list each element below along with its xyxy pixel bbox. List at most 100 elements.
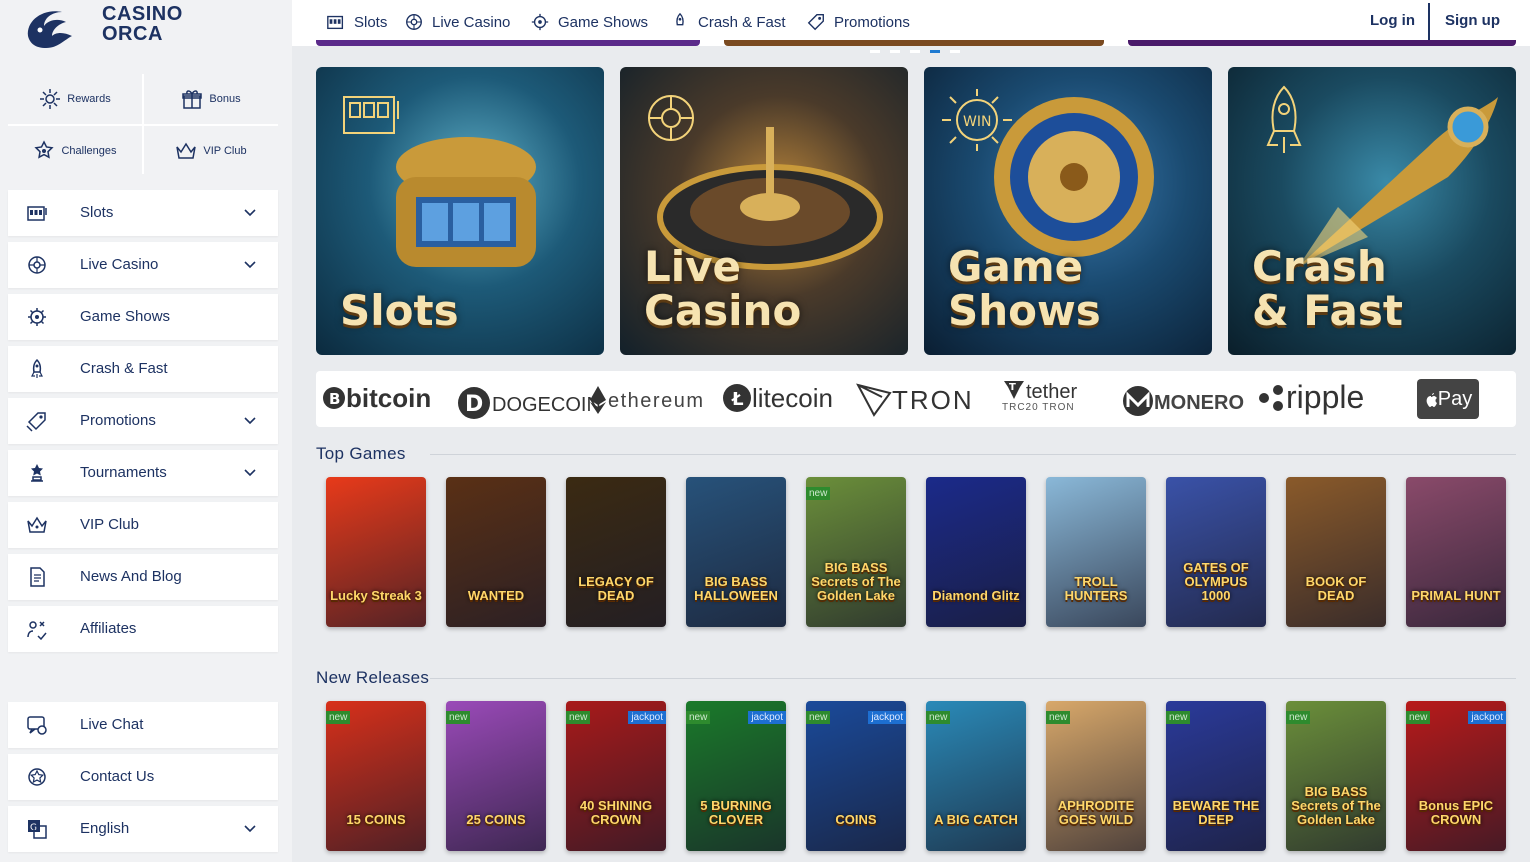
chevron-down-icon[interactable]: [244, 467, 256, 479]
game-title: COINS: [835, 812, 877, 827]
chevron-down-icon[interactable]: [244, 259, 256, 271]
chevron-down-icon[interactable]: [244, 415, 256, 427]
game-tile[interactable]: TROLL HUNTERS: [1046, 477, 1146, 627]
sidebar-item-affiliates[interactable]: Affiliates: [8, 606, 278, 652]
game-tile[interactable]: A BIG CATCH new: [926, 701, 1026, 851]
carousel-slide-edge: [724, 40, 1104, 46]
language-label: English: [80, 820, 130, 837]
game-tile[interactable]: BEWARE THE DEEP new: [1166, 701, 1266, 851]
category-banner-slots[interactable]: Slots: [316, 67, 604, 355]
sidebar-item-label: Contact Us: [80, 768, 155, 785]
sidebar-item-label: News And Blog: [80, 568, 182, 585]
quick-link-bonus[interactable]: Bonus: [144, 74, 278, 124]
carousel-dot[interactable]: [890, 50, 900, 53]
topnav-crash-fast[interactable]: Crash & Fast: [670, 12, 786, 32]
game-tile[interactable]: 5 BURNING CLOVER new jackpot: [686, 701, 786, 851]
topnav-game-shows[interactable]: Game Shows: [530, 12, 648, 32]
sidebar-item-live-casino[interactable]: Live Casino: [8, 242, 278, 288]
contact-icon: [28, 768, 46, 786]
new-badge: new: [1046, 711, 1071, 724]
carousel-strip: [316, 40, 1516, 46]
divider: [1428, 3, 1430, 41]
sidebar-item-label: Affiliates: [80, 620, 137, 637]
topnav-slots[interactable]: Slots: [326, 12, 387, 32]
sidebar-item-crash-fast[interactable]: Crash & Fast: [8, 346, 278, 392]
new-badge: new: [806, 711, 831, 724]
roulette-icon: [28, 256, 46, 274]
category-banner-crash-fast[interactable]: Crash & Fast: [1228, 67, 1516, 355]
game-tile[interactable]: Diamond Glitz: [926, 477, 1026, 627]
new-badge: new: [566, 711, 591, 724]
chevron-down-icon[interactable]: [244, 823, 256, 835]
quick-link-rewards[interactable]: Rewards: [8, 74, 142, 124]
game-tile[interactable]: 15 COINS new: [326, 701, 426, 851]
game-tile[interactable]: COINS new jackpot: [806, 701, 906, 851]
sidebar-item-contact-us[interactable]: Contact Us: [8, 754, 278, 800]
topnav-label: Live Casino: [432, 13, 511, 31]
quick-link-challenges[interactable]: Challenges: [8, 126, 142, 176]
apple-icon: [1426, 393, 1437, 407]
banner-title: Live Casino: [644, 245, 801, 333]
game-tile[interactable]: BOOK OF DEAD: [1286, 477, 1386, 627]
category-banner-live-casino[interactable]: Live Casino: [620, 67, 908, 355]
language-selector[interactable]: G English: [8, 806, 278, 852]
game-title: A BIG CATCH: [934, 812, 1018, 827]
login-button[interactable]: Log in: [1370, 12, 1415, 29]
new-badge: new: [1406, 711, 1431, 724]
payment-methods-bar: Bbitcoin D DOGECOIN ethereum Łlitecoin TR…: [316, 371, 1516, 427]
game-tile[interactable]: 25 COINS new: [446, 701, 546, 851]
topnav-live-casino[interactable]: Live Casino: [404, 12, 510, 32]
sidebar-item-slots[interactable]: Slots: [8, 190, 278, 236]
tether-icon: T: [1004, 381, 1024, 399]
topnav-label: Promotions: [834, 13, 910, 31]
game-tile[interactable]: APHRODITE GOES WILD new: [1046, 701, 1146, 851]
sidebar-item-vip-club[interactable]: VIP Club: [8, 502, 278, 548]
game-tile[interactable]: LEGACY OF DEAD: [566, 477, 666, 627]
game-tile[interactable]: 40 SHINING CROWN new jackpot: [566, 701, 666, 851]
tron-icon: [856, 383, 892, 417]
game-tile[interactable]: PRIMAL HUNT: [1406, 477, 1506, 627]
chevron-down-icon[interactable]: [244, 207, 256, 219]
monero-icon: [1123, 386, 1153, 416]
sidebar-item-promotions[interactable]: Promotions: [8, 398, 278, 444]
carousel-dot[interactable]: [950, 50, 960, 53]
jackpot-badge: jackpot: [868, 711, 906, 724]
orca-logo-icon: [27, 11, 72, 48]
game-tile[interactable]: BIG BASS Secrets of The Golden Lake new: [1286, 701, 1386, 851]
sidebar-item-game-shows[interactable]: Game Shows: [8, 294, 278, 340]
sidebar-item-live-chat[interactable]: Live Chat: [8, 702, 278, 748]
gift-icon: [182, 90, 203, 109]
crown-icon: [176, 142, 197, 159]
wheel-icon: [28, 308, 46, 326]
category-banner-game-shows[interactable]: WIN Game Shows: [924, 67, 1212, 355]
quick-link-vip-club[interactable]: VIP Club: [144, 126, 278, 176]
new-badge: new: [326, 711, 351, 724]
wheel-icon: [531, 13, 549, 31]
game-tile[interactable]: Bonus EPIC CROWN new jackpot: [1406, 701, 1506, 851]
sidebar-item-news-blog[interactable]: News And Blog: [8, 554, 278, 600]
game-tile[interactable]: BIG BASS HALLOWEEN: [686, 477, 786, 627]
payment-label: litecoin: [752, 383, 833, 413]
section-title-top-games: Top Games: [316, 444, 406, 463]
topnav-promotions[interactable]: Promotions: [806, 12, 910, 32]
sidebar-item-label: Promotions: [80, 412, 156, 429]
banner-title-line: Casino: [644, 286, 802, 335]
game-tile[interactable]: WANTED: [446, 477, 546, 627]
game-tile[interactable]: BIG BASS Secrets of The Golden Lake new: [806, 477, 906, 627]
game-title: Lucky Streak 3: [330, 588, 422, 603]
sidebar-item-tournaments[interactable]: Tournaments: [8, 450, 278, 496]
payment-ethereum: ethereum: [588, 385, 705, 415]
signup-button[interactable]: Sign up: [1445, 12, 1500, 29]
sidebar-item-label: VIP Club: [80, 516, 139, 533]
game-tile[interactable]: Lucky Streak 3: [326, 477, 426, 627]
translate-icon: G: [28, 820, 47, 839]
payment-sub-label: TRC20 TRON: [1002, 402, 1075, 413]
banner-title: Crash & Fast: [1252, 245, 1403, 333]
carousel-dot[interactable]: [910, 50, 920, 53]
game-tile[interactable]: GATES OF OLYMPUS 1000: [1166, 477, 1266, 627]
logo[interactable]: [22, 6, 76, 52]
carousel-dot[interactable]: [870, 50, 880, 53]
slot-machine-icon: [27, 206, 47, 221]
carousel-dot-active[interactable]: [930, 50, 940, 53]
payment-ripple: ripple: [1258, 379, 1364, 416]
